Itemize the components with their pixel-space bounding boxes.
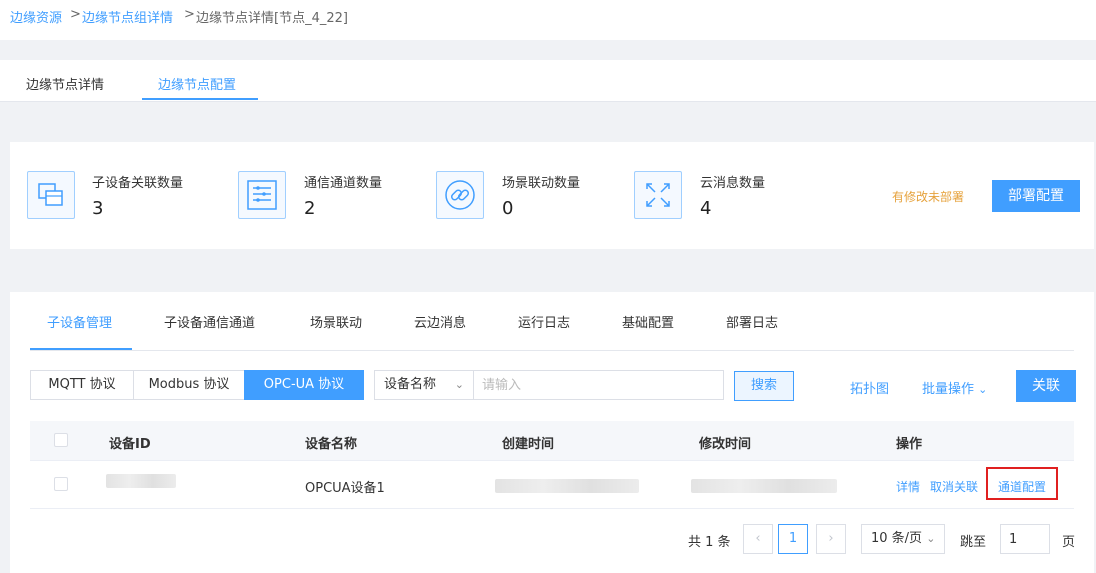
- table-header: 设备ID 设备名称 创建时间 修改时间 操作: [30, 421, 1074, 461]
- prev-page-button[interactable]: ‹: [743, 524, 773, 554]
- highlight-box: [986, 467, 1058, 500]
- tab-node-detail[interactable]: 边缘节点详情: [26, 74, 104, 93]
- redacted-created-time: [495, 479, 639, 493]
- stat-label-subdevices: 子设备关联数量: [92, 176, 184, 191]
- tab-cloud-edge-messages[interactable]: 云边消息: [414, 312, 466, 331]
- column-created-time: 创建时间: [502, 437, 555, 452]
- protocol-mqtt[interactable]: MQTT 协议: [30, 370, 134, 400]
- tab-scene-linkage[interactable]: 场景联动: [310, 312, 362, 331]
- device-management-panel: 子设备管理 子设备通信通道 场景联动 云边消息 运行日志 基础配置 部署日志 M…: [10, 292, 1094, 573]
- search-input[interactable]: [473, 370, 724, 400]
- unassociate-link[interactable]: 取消关联: [930, 478, 978, 495]
- stat-value-scenes: 0: [502, 198, 514, 219]
- tab-subdevice-management[interactable]: 子设备管理: [47, 312, 112, 331]
- breadcrumb: 边缘资源 > 边缘节点组详情 > 边缘节点详情[节点_4_22]: [0, 0, 1096, 40]
- stat-value-channels: 2: [304, 198, 316, 219]
- associate-button[interactable]: 关联: [1016, 370, 1076, 402]
- redacted-modified-time: [691, 479, 837, 493]
- device-stack-icon: [27, 171, 75, 219]
- stat-value-subdevices: 3: [92, 198, 104, 219]
- stat-label-scenes: 场景联动数量: [502, 176, 581, 191]
- breadcrumb-separator: >: [184, 7, 195, 22]
- column-modified-time: 修改时间: [699, 437, 752, 452]
- jump-to-label: 跳至: [960, 535, 987, 550]
- topology-link[interactable]: 拓扑图: [850, 378, 889, 397]
- top-tab-bar: 边缘节点详情 边缘节点配置: [0, 60, 1096, 102]
- chevron-down-icon: ⌄: [926, 532, 936, 545]
- pagination-total: 共 1 条: [688, 535, 731, 550]
- chevron-down-icon: ⌄: [978, 383, 988, 396]
- breadcrumb-current: 边缘节点详情[节点_4_22]: [196, 11, 348, 26]
- filter-field-value: 设备名称: [384, 377, 437, 392]
- next-page-button[interactable]: ›: [816, 524, 846, 554]
- breadcrumb-node-group-detail[interactable]: 边缘节点组详情: [82, 7, 173, 26]
- page-number-current[interactable]: 1: [778, 524, 808, 554]
- active-tab-underline: [30, 348, 132, 350]
- tab-runtime-logs[interactable]: 运行日志: [518, 312, 570, 331]
- arrows-expand-icon: [634, 171, 682, 219]
- tab-node-config[interactable]: 边缘节点配置: [158, 74, 236, 93]
- tab-deploy-logs[interactable]: 部署日志: [726, 312, 778, 331]
- breadcrumb-separator: >: [70, 7, 81, 22]
- unsaved-changes-notice: 有修改未部署: [892, 190, 965, 204]
- stat-value-cloud-messages: 4: [700, 198, 712, 219]
- select-all-checkbox[interactable]: [54, 433, 68, 447]
- table-row: OPCUA设备1 详情 取消关联 通道配置: [30, 461, 1074, 509]
- tab-basic-config[interactable]: 基础配置: [622, 312, 674, 331]
- stats-card: 子设备关联数量 3 通信通道数量 2 场景联动数量 0 云消息数量 4 有修改未…: [10, 142, 1094, 249]
- row-checkbox[interactable]: [54, 477, 68, 491]
- search-button[interactable]: 搜索: [734, 371, 794, 401]
- stat-label-channels: 通信通道数量: [304, 176, 383, 191]
- column-actions: 操作: [896, 437, 923, 452]
- column-device-name: 设备名称: [305, 437, 358, 452]
- active-tab-underline: [142, 98, 258, 100]
- device-name-cell: OPCUA设备1: [305, 481, 385, 496]
- tab-divider: [30, 350, 1074, 351]
- redacted-device-id: [106, 474, 176, 488]
- link-chain-icon: [436, 171, 484, 219]
- batch-operations-label: 批量操作: [922, 382, 975, 397]
- protocol-modbus[interactable]: Modbus 协议: [133, 370, 245, 400]
- channel-list-icon: [238, 171, 286, 219]
- page-unit-label: 页: [1062, 535, 1076, 550]
- deploy-config-button[interactable]: 部署配置: [992, 180, 1080, 212]
- column-device-id: 设备ID: [109, 437, 151, 452]
- tab-subdevice-channels[interactable]: 子设备通信通道: [164, 312, 255, 331]
- batch-operations-dropdown[interactable]: 批量操作 ⌄: [922, 378, 987, 397]
- stat-label-cloud-messages: 云消息数量: [700, 176, 766, 191]
- breadcrumb-edge-resources[interactable]: 边缘资源: [10, 7, 62, 26]
- protocol-opcua[interactable]: OPC-UA 协议: [244, 370, 364, 400]
- filter-field-select[interactable]: 设备名称 ⌄: [374, 370, 474, 400]
- page-size-value: 10 条/页: [871, 531, 923, 546]
- page-size-select[interactable]: 10 条/页 ⌄: [861, 524, 945, 554]
- jump-page-input[interactable]: [1000, 524, 1050, 554]
- chevron-down-icon: ⌄: [454, 378, 464, 391]
- detail-link[interactable]: 详情: [896, 478, 920, 495]
